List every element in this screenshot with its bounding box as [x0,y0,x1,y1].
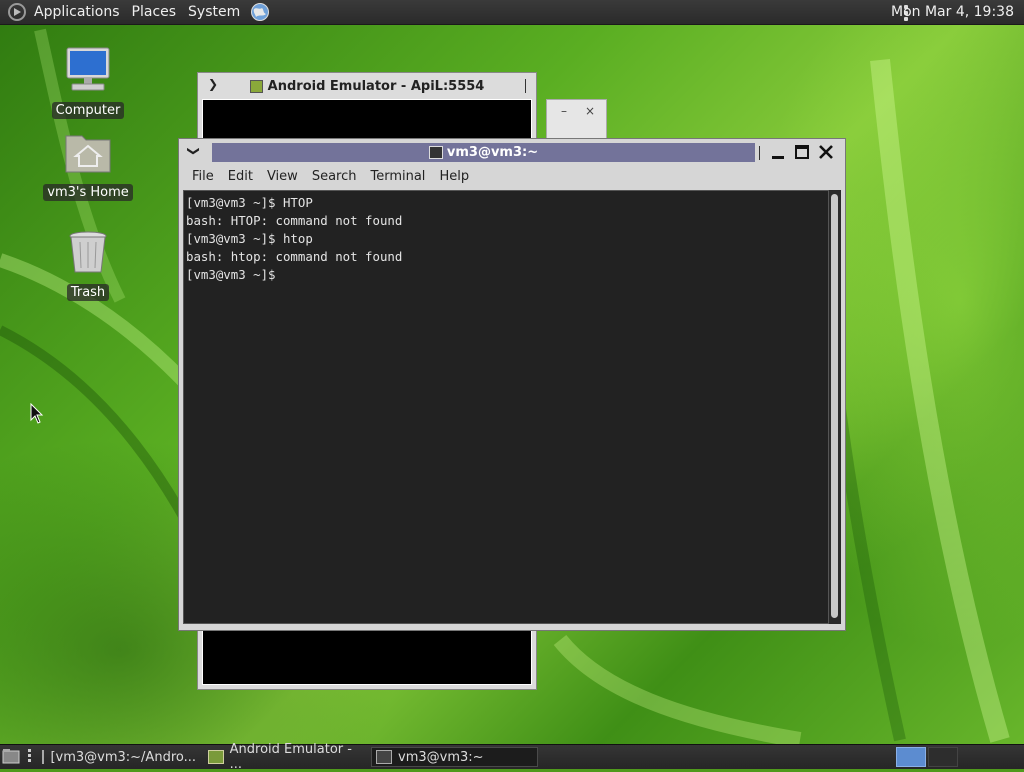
terminal-app-icon [376,750,392,764]
terminal-window[interactable]: ❯ vm3@vm3:~ File Edit View Search Termin… [178,138,846,631]
taskbar-item-terminal[interactable]: vm3@vm3:~ [371,747,538,767]
desktop-icon-label: Trash [66,284,110,301]
terminal-line: [vm3@vm3 ~]$ HTOP [186,195,313,210]
menu-view[interactable]: View [260,165,305,189]
desktop-icon-label: Computer [51,102,125,119]
terminal-menubar: File Edit View Search Terminal Help [179,165,845,189]
terminal-line: [vm3@vm3 ~]$ htop [186,231,313,246]
emulator-close-button[interactable]: × [585,104,595,118]
terminal-output[interactable]: [vm3@vm3 ~]$ HTOP bash: HTOP: command not… [183,190,829,624]
scrollbar-thumb[interactable] [831,194,838,618]
system-menu[interactable]: System [182,0,246,25]
desktop-icon-computer[interactable]: Computer [43,46,133,119]
computer-icon [66,47,110,91]
titlebar-separator [525,79,526,93]
terminal-app-icon [428,146,443,159]
terminal-app-icon [42,750,45,764]
terminal-titlebar[interactable]: ❯ vm3@vm3:~ [179,139,845,165]
emulator-app-icon [208,750,224,764]
terminal-window-title: vm3@vm3:~ [446,145,539,160]
web-browser-icon[interactable] [250,2,270,22]
bottom-panel: [vm3@vm3:~/Andro... Android Emulator - .… [0,742,1024,772]
clock[interactable]: Mon Mar 4, 19:38 [891,0,1014,25]
taskbar-item-android-emulator[interactable]: Android Emulator - ... [204,742,369,772]
window-menu-chevron-icon[interactable]: ❯ [187,146,201,156]
workspace-1[interactable] [896,747,926,767]
home-folder-icon [65,135,111,173]
desktop-icon-label: vm3's Home [43,184,133,201]
applications-menu[interactable]: Applications [28,0,126,25]
places-menu[interactable]: Places [126,0,183,25]
terminal-prompt-line: [vm3@vm3 ~]$ [186,267,283,282]
maximize-icon[interactable] [793,143,811,161]
emulator-controls-window[interactable]: – × [546,99,607,139]
top-panel: Applications Places System Mon Mar 4, 19… [0,0,1024,25]
workspace-2[interactable] [928,747,958,767]
emulator-window-title: Android Emulator - ApiL:5554 [267,78,485,94]
show-desktop-icon[interactable] [2,748,20,764]
menu-edit[interactable]: Edit [221,165,260,189]
trash-icon [69,231,107,273]
mouse-pointer-icon [30,403,44,424]
terminal-line: bash: HTOP: command not found [186,213,403,228]
taskbar-item-label: vm3@vm3:~ [398,749,484,765]
terminal-title-bar[interactable]: vm3@vm3:~ [212,143,755,162]
menu-file[interactable]: File [185,165,221,189]
taskbar-item-label: [vm3@vm3:~/Andro... [50,749,196,765]
menu-help[interactable]: Help [432,165,476,189]
terminal-line: bash: htop: command not found [186,249,403,264]
titlebar-separator [759,146,760,160]
minimize-icon[interactable] [769,143,787,161]
menu-terminal[interactable]: Terminal [363,165,432,189]
close-icon[interactable] [817,143,835,161]
terminal-scrollbar[interactable] [829,190,841,624]
desktop-icon-trash[interactable]: Trash [43,228,133,301]
emulator-minimize-button[interactable]: – [561,104,567,118]
desktop-icon-home[interactable]: vm3's Home [43,128,133,201]
taskbar-item-terminal-android[interactable]: [vm3@vm3:~/Andro... [38,747,200,767]
window-menu-chevron-icon[interactable]: ❯ [208,77,218,91]
panel-handle-icon [28,749,32,765]
emulator-titlebar[interactable]: ❯ Android Emulator - ApiL:5554 [198,73,536,99]
emulator-app-icon [249,79,263,93]
distro-logo-icon[interactable] [8,3,26,21]
menu-search[interactable]: Search [305,165,364,189]
